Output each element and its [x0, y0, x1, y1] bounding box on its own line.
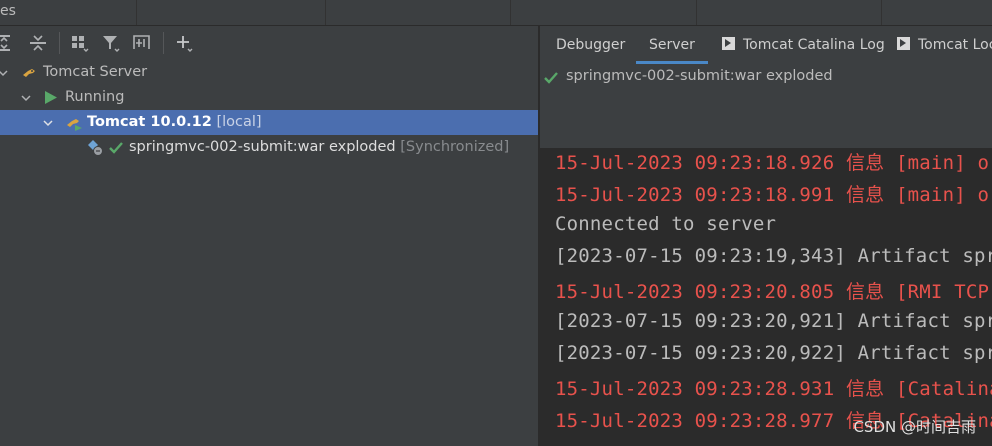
- console-line: 15-Jul-2023 09:23:18.991 信息 [main] org.: [555, 184, 992, 207]
- tab-label: Tomcat Catalina Log: [743, 37, 885, 53]
- tree-node-running[interactable]: Running: [0, 85, 538, 110]
- console-line: [2023-07-15 09:23:19,343] Artifact sprin: [555, 244, 992, 267]
- artifact-name: springmvc-002-submit:war exploded: [129, 139, 396, 155]
- watermark: CSDN @时间吉雨: [853, 418, 976, 436]
- check-icon: [544, 72, 558, 84]
- tab-label: Tomcat Loc: [918, 37, 992, 53]
- tab-debugger[interactable]: Debugger: [556, 26, 625, 64]
- bar-separator: [136, 0, 137, 25]
- check-icon: [109, 142, 123, 154]
- console-line: 15-Jul-2023 09:23:20.805 信息 [RMI TCP Co: [555, 281, 992, 304]
- expand-all-icon[interactable]: [0, 33, 16, 53]
- console-icon: [897, 36, 910, 50]
- bar-separator: [325, 0, 326, 25]
- service-details-panel: Debugger Server Tomcat Catalina Log Tomc…: [540, 26, 992, 446]
- tree-node-tomcat-server[interactable]: Tomcat Server: [0, 60, 538, 85]
- console-icon: [722, 36, 735, 50]
- collapse-all-icon[interactable]: [28, 33, 48, 53]
- tab-tomcat-localhost-log[interactable]: Tomcat Loc: [897, 26, 992, 64]
- chevron-down-icon[interactable]: [21, 93, 31, 103]
- tree-node-label: Tomcat Server: [43, 64, 148, 80]
- services-toolbar: [0, 26, 538, 60]
- bar-separator: [881, 0, 882, 25]
- bar-separator: [696, 0, 697, 25]
- toolbar-separator: [59, 32, 60, 54]
- run-icon: [45, 91, 57, 104]
- tree-node-tomcat-instance[interactable]: Tomcat 10.0.12 [local]: [0, 110, 538, 135]
- window-title-fragment: es: [0, 3, 16, 19]
- tab-label: Debugger: [556, 37, 626, 53]
- tab-server[interactable]: Server: [636, 26, 708, 64]
- bar-separator: [510, 0, 511, 25]
- toolbar-separator: [163, 32, 164, 54]
- console-line: [2023-07-15 09:23:20,921] Artifact sprin: [555, 309, 992, 332]
- new-tab-icon[interactable]: [132, 33, 152, 53]
- tree-node-artifact[interactable]: springmvc-002-submit:war exploded [Synch…: [0, 135, 538, 160]
- services-tree-panel: Tomcat Server Running Tomcat 10.0.12 [lo…: [0, 26, 538, 446]
- console-output[interactable]: 15-Jul-2023 09:23:18.926 信息 [main] org. 1…: [540, 148, 992, 446]
- artifact-status: [Synchronized]: [400, 139, 510, 155]
- tomcat-instance-name: Tomcat 10.0.12: [87, 114, 212, 130]
- group-by-icon[interactable]: [70, 33, 90, 53]
- tab-label: Server: [649, 37, 695, 53]
- console-line: Connected to server: [555, 212, 777, 235]
- tomcat-running-icon: [67, 119, 82, 131]
- console-line: 15-Jul-2023 09:23:28.931 信息 [Catalina-u: [555, 378, 992, 401]
- tree-node-label: Running: [65, 89, 125, 105]
- tomcat-icon: [23, 69, 35, 77]
- chevron-down-icon[interactable]: [43, 118, 53, 128]
- chevron-down-icon[interactable]: [0, 68, 8, 78]
- artifact-icon: [88, 140, 103, 156]
- tomcat-instance-tag: [local]: [216, 114, 262, 130]
- details-tabs: Debugger Server Tomcat Catalina Log Tomc…: [540, 26, 992, 64]
- add-service-icon[interactable]: [174, 33, 194, 53]
- top-tool-window-bar: es: [0, 0, 992, 26]
- tab-tomcat-catalina-log[interactable]: Tomcat Catalina Log: [722, 26, 885, 64]
- filter-icon[interactable]: [101, 33, 121, 53]
- deployment-status-area: springmvc-002-submit:war exploded: [540, 64, 992, 148]
- console-line: [2023-07-15 09:23:20,922] Artifact sprin: [555, 341, 992, 364]
- deployment-status-text: springmvc-002-submit:war exploded: [566, 68, 833, 84]
- console-line: 15-Jul-2023 09:23:18.926 信息 [main] org.: [555, 152, 992, 174]
